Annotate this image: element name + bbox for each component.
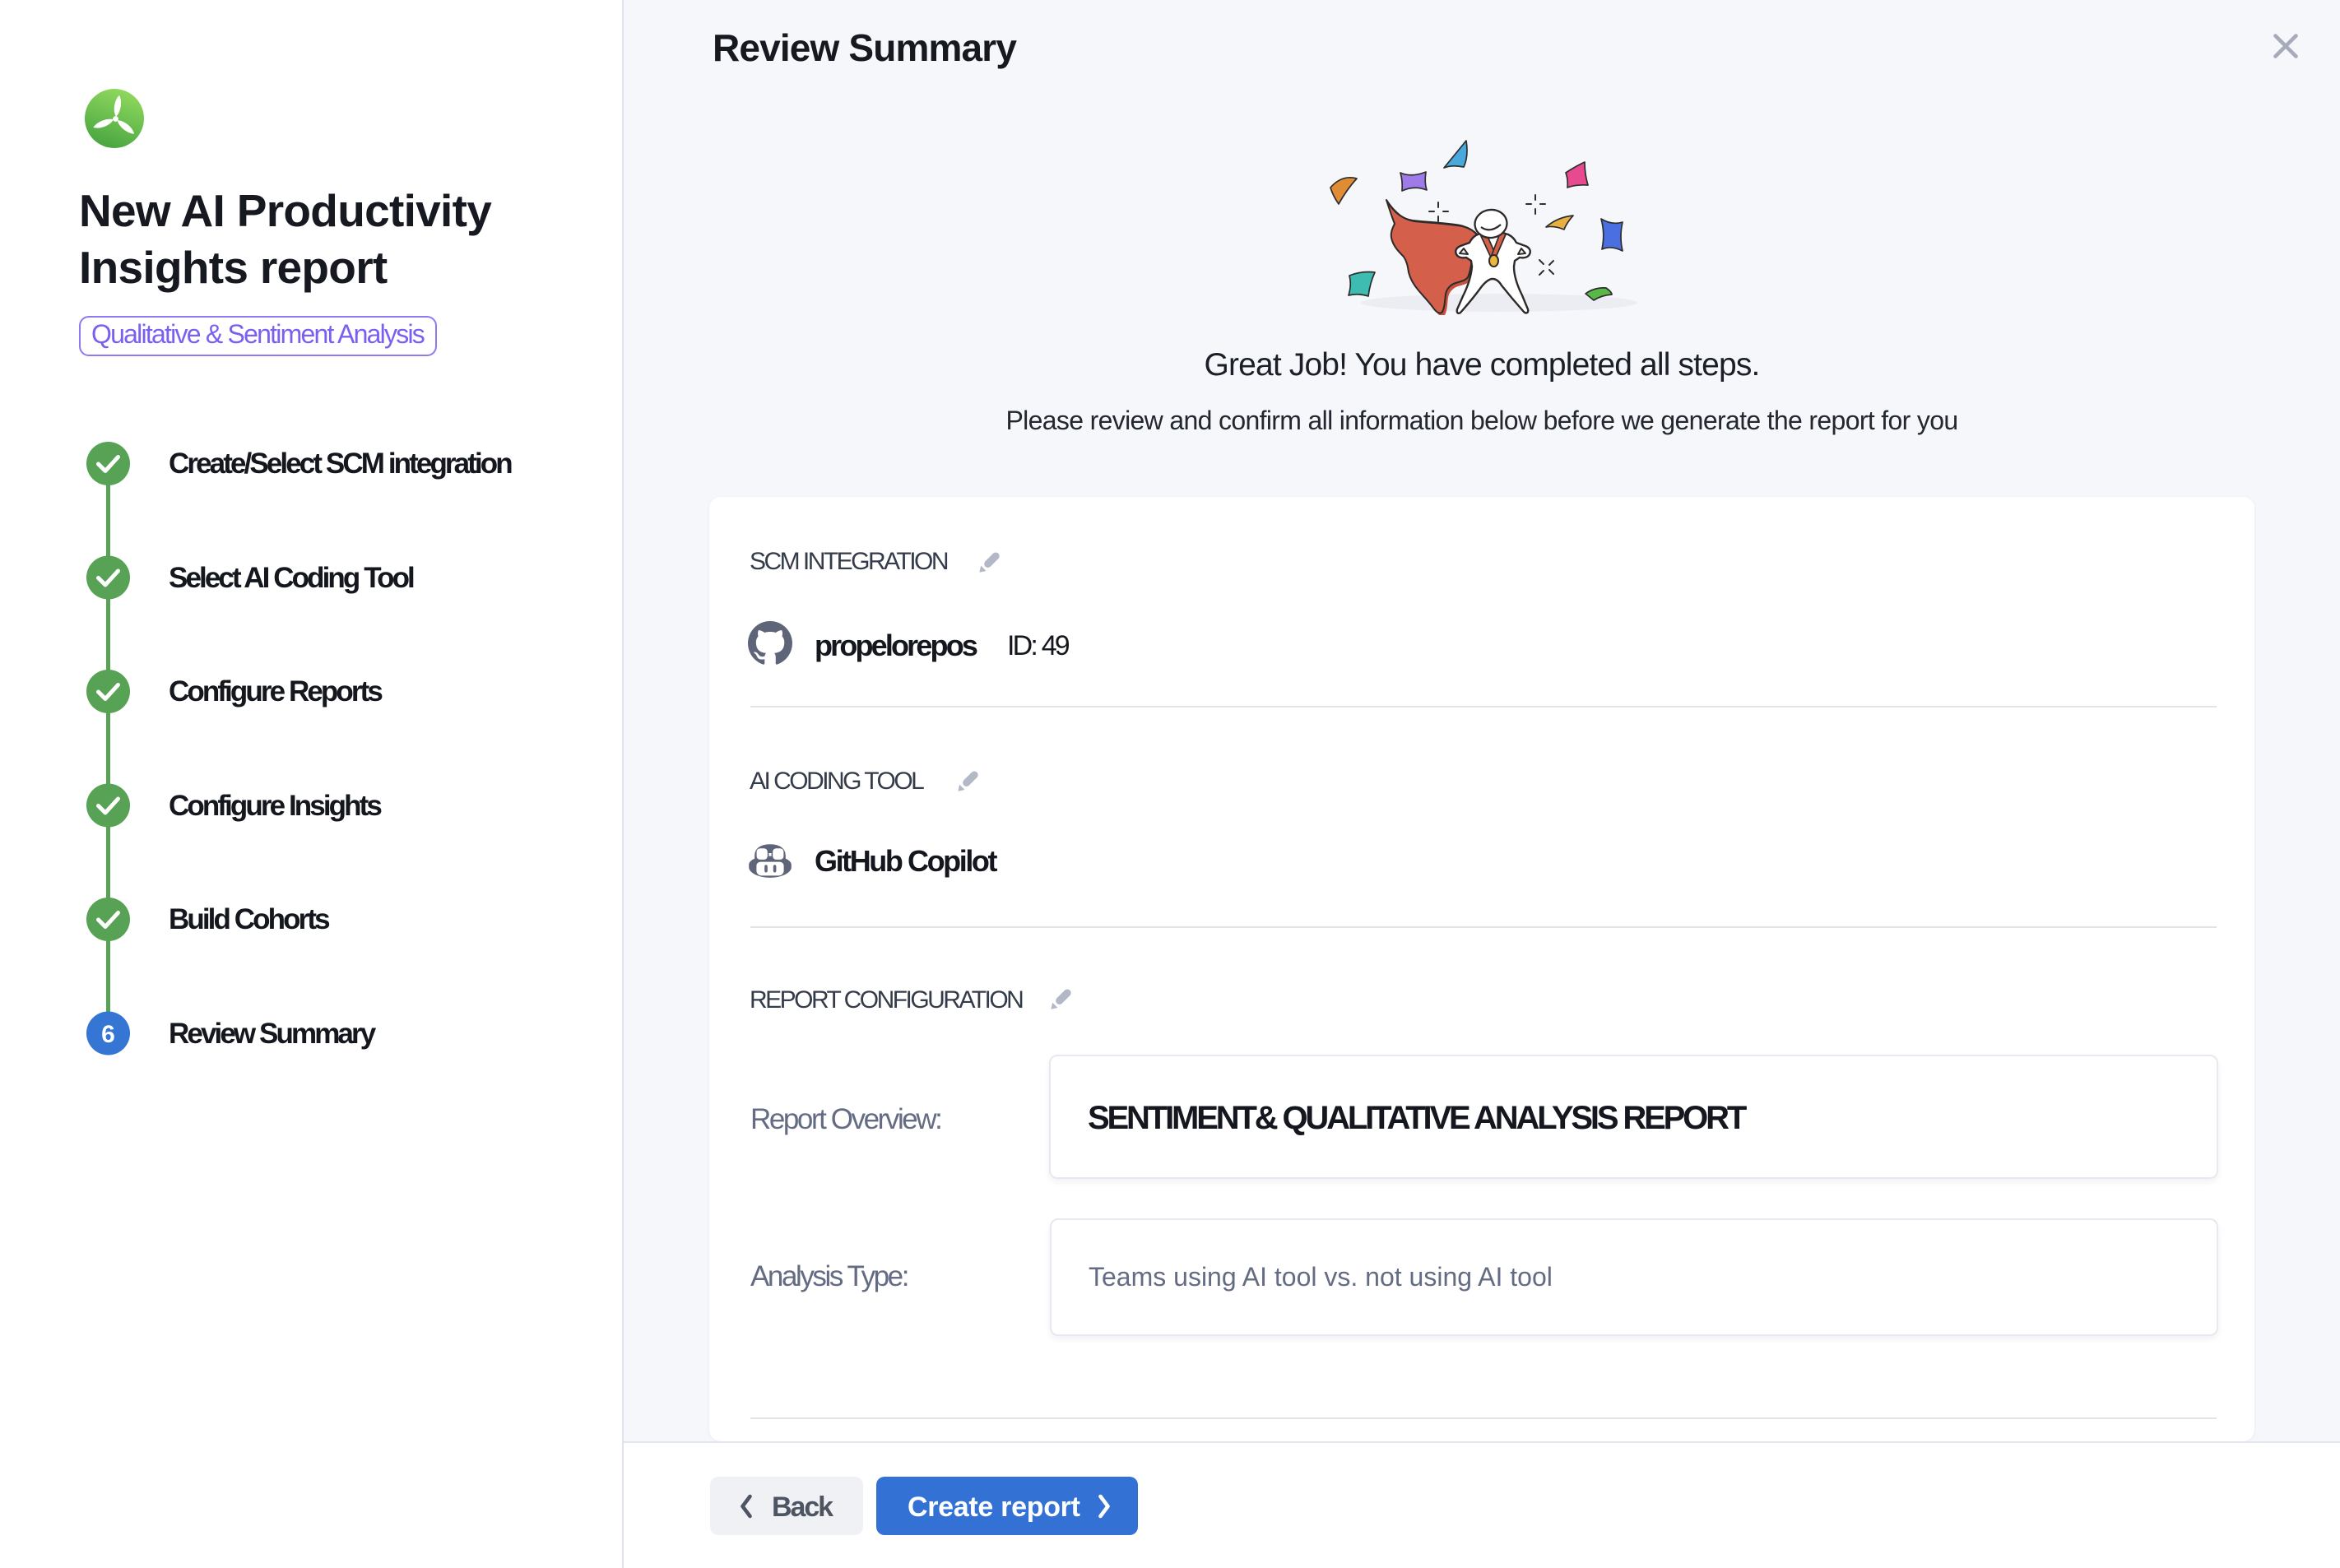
svg-text:6: 6 xyxy=(101,1021,115,1048)
